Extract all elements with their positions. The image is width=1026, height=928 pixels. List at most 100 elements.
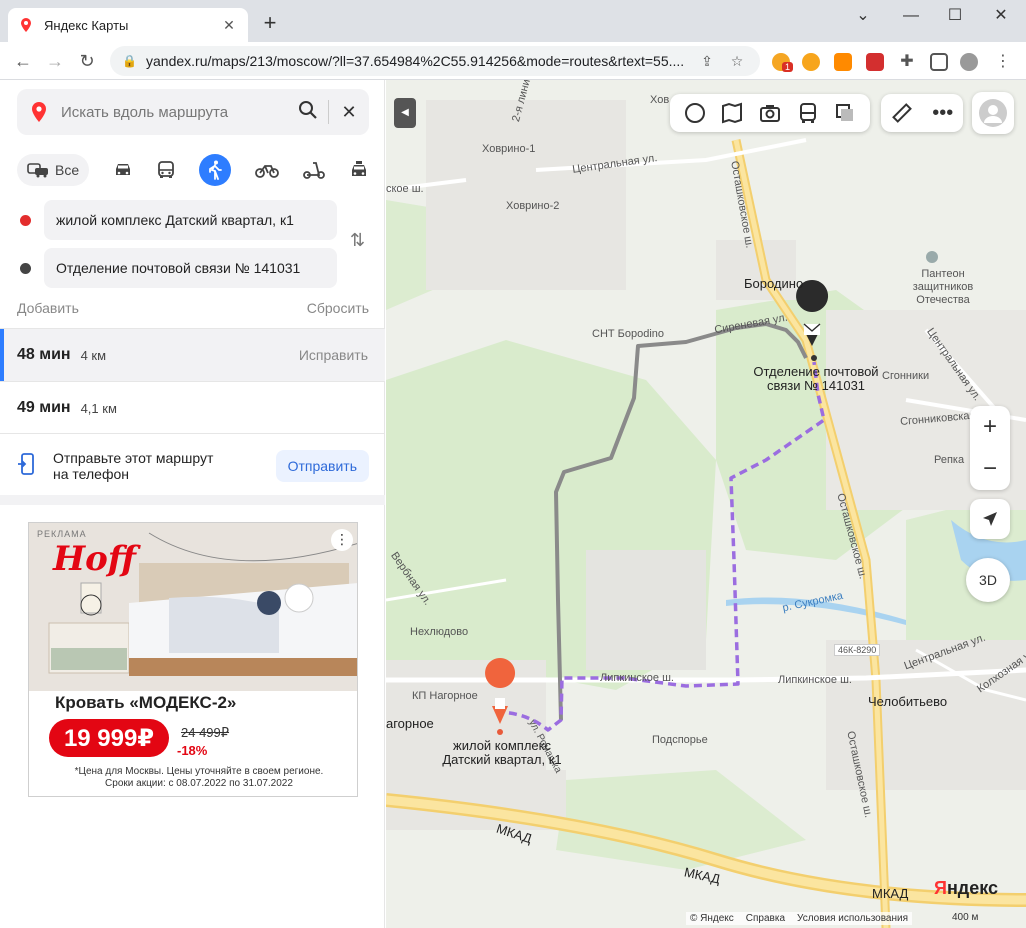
origin-label: жилой комплекс Датский квартал, к1: [422, 739, 582, 767]
route-distance: 4,1 км: [80, 400, 117, 416]
map-layers-toolbar: [670, 94, 870, 132]
url-text[interactable]: yandex.ru/maps/213/moscow/?ll=37.654984%…: [146, 53, 688, 69]
address-bar[interactable]: 🔒 yandex.ru/maps/213/moscow/?ll=37.65498…: [110, 46, 760, 76]
pdf-extension-icon[interactable]: [866, 53, 884, 71]
to-field[interactable]: Отделение почтовой связи № 141031: [44, 248, 337, 288]
panorama-icon[interactable]: [684, 102, 706, 124]
from-field[interactable]: жилой комплекс Датский квартал, к1: [44, 200, 337, 240]
ad-more-icon[interactable]: ⋮: [331, 529, 353, 551]
copyright-text: © Яндекс: [690, 913, 734, 924]
window-close-button[interactable]: ✕: [986, 4, 1016, 28]
route-search-box: ✕: [17, 89, 369, 135]
lock-icon: 🔒: [122, 54, 137, 68]
send-button[interactable]: Отправить: [275, 450, 369, 482]
edit-route-button[interactable]: Исправить: [299, 347, 368, 363]
help-link[interactable]: Справка: [746, 913, 785, 924]
route-time: 48 мин: [17, 346, 71, 363]
search-icon[interactable]: [288, 100, 328, 125]
scooter-mode-button[interactable]: [303, 154, 325, 186]
route-actions: Добавить Сбросить: [17, 300, 369, 316]
ad-discount: -18%: [177, 743, 208, 758]
reload-button[interactable]: ↻: [74, 48, 100, 74]
close-icon[interactable]: ✕: [329, 102, 369, 123]
send-text-line-1: Отправьте этот маршрут: [53, 450, 214, 466]
map-label-town: Бородино: [744, 276, 804, 291]
send-to-phone: Отправьте этот маршрут на телефон Отправ…: [17, 446, 369, 486]
forward-button[interactable]: →: [42, 48, 68, 74]
map-label: СНТ Борodino: [592, 328, 665, 340]
collapse-panel-button[interactable]: ◀: [394, 98, 416, 128]
advertisement-banner[interactable]: РЕКЛАМА Hoff ⋮ Кровать «МОДЕКС-2» 19 999…: [28, 522, 358, 797]
mode-all-button[interactable]: Все: [17, 154, 90, 186]
transit-layer-icon[interactable]: [797, 102, 819, 124]
route-point-from: жилой комплекс Датский квартал, к1: [17, 200, 337, 240]
traffic-layer-icon[interactable]: [834, 102, 856, 124]
browser-tab[interactable]: Яндекс Карты ✕: [8, 8, 248, 42]
photo-camera-icon[interactable]: [759, 102, 781, 124]
terms-link[interactable]: Условия использования: [797, 913, 908, 924]
maximize-button[interactable]: ☐: [940, 4, 970, 28]
key-extension-icon[interactable]: [802, 53, 820, 71]
divider: [0, 433, 385, 434]
scooter-icon: [303, 162, 325, 179]
browser-toolbar: ← → ↻ 🔒 yandex.ru/maps/213/moscow/?ll=37…: [0, 42, 1026, 80]
map-scale: 400 м: [952, 912, 979, 923]
route-option[interactable]: 49 мин 4,1 км: [0, 382, 385, 434]
taxi-icon: [351, 161, 366, 176]
road-number-badge: 46К-8290: [834, 644, 881, 656]
yandex-logo: Яндекс: [934, 878, 998, 899]
map-label: ское ш.: [386, 183, 424, 195]
more-icon[interactable]: •••: [932, 102, 953, 125]
user-avatar[interactable]: [972, 92, 1014, 134]
side-panel-icon[interactable]: [930, 53, 948, 71]
bag-extension-icon[interactable]: [834, 53, 852, 71]
route-option-selected[interactable]: 48 мин 4 км Исправить: [0, 329, 385, 381]
map-label: Липкинское ш.: [600, 672, 674, 684]
destination-label: Отделение почтовой связи № 141031: [726, 365, 906, 393]
yandex-logo-rest: ндекс: [946, 878, 999, 898]
map-canvas[interactable]: Ховрино-1 Ховрино-2 Хов 2-я линия Центра…: [386, 80, 1026, 928]
profile-avatar-icon[interactable]: [960, 53, 978, 71]
zoom-in-button[interactable]: +: [970, 406, 1010, 448]
phone-icon: [17, 452, 39, 480]
back-button[interactable]: ←: [10, 48, 36, 74]
ad-old-price: 24 499₽: [181, 725, 230, 740]
tab-title: Яндекс Карты: [44, 17, 129, 33]
geolocation-button[interactable]: [970, 499, 1010, 539]
extensions-puzzle-icon[interactable]: ✚: [898, 53, 916, 71]
tab-close-icon[interactable]: ✕: [220, 17, 238, 34]
ad-title: Кровать «МОДЕКС-2»: [55, 693, 237, 712]
hoff-logo: Hoff: [53, 539, 136, 579]
car-icon: [116, 164, 131, 175]
transit-mode-button[interactable]: [157, 154, 175, 186]
zoom-out-button[interactable]: −: [970, 448, 1010, 490]
map-type-icon[interactable]: [721, 102, 743, 124]
swap-points-icon[interactable]: ⇅: [350, 230, 365, 251]
minimize-button[interactable]: —: [896, 4, 926, 28]
map-label: Подспорье: [652, 734, 708, 746]
reset-link[interactable]: Сбросить: [307, 300, 369, 316]
bicycle-mode-button[interactable]: [255, 154, 279, 186]
car-mode-button[interactable]: [113, 154, 133, 186]
route-search-input[interactable]: [61, 103, 288, 121]
walking-mode-button[interactable]: [199, 154, 232, 186]
3d-toggle-button[interactable]: 3D: [966, 558, 1010, 602]
bedroom-photo: РЕКЛАМА Hoff ⋮: [29, 523, 357, 691]
bicycle-icon: [255, 165, 279, 178]
ruler-icon[interactable]: [891, 102, 913, 124]
ad-note-line-1: *Цена для Москвы. Цены уточняйте в своем…: [74, 766, 324, 777]
map-footer: © Яндекс Справка Условия использования: [686, 912, 913, 925]
add-point-link[interactable]: Добавить: [17, 300, 79, 316]
browser-tab-bar: Яндекс Карты ✕ + ⌄ — ☐ ✕: [0, 0, 1026, 42]
yandex-maps-favicon: [21, 18, 31, 32]
send-description: Отправьте этот маршрут на телефон: [53, 450, 276, 482]
tab-search-icon[interactable]: ⌄: [848, 4, 878, 28]
bookmark-star-icon[interactable]: ☆: [726, 53, 748, 70]
taxi-mode-button[interactable]: [349, 154, 369, 186]
browser-menu-icon[interactable]: ⋮: [994, 53, 1012, 71]
ad-label: РЕКЛАМА: [37, 529, 87, 539]
map-label-town: агорное: [386, 716, 434, 731]
new-tab-button[interactable]: +: [258, 12, 282, 36]
ad-note-line-2: Сроки акции: с 08.07.2022 по 31.07.2022: [105, 778, 293, 789]
share-icon[interactable]: ⇪: [696, 53, 718, 70]
